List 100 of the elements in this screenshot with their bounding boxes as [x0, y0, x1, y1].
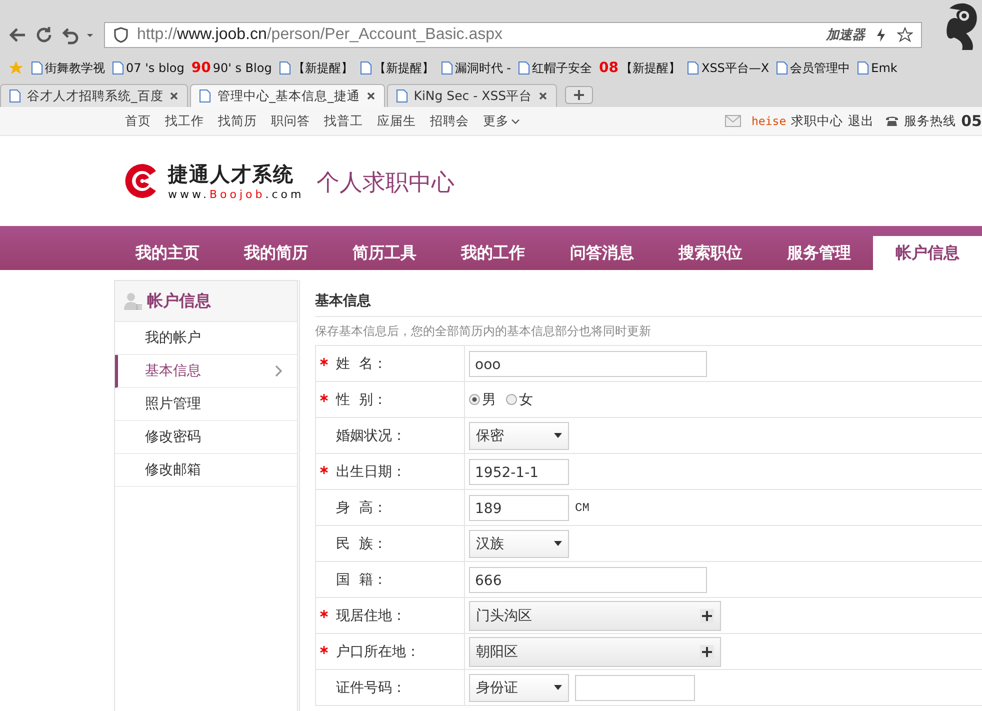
top-nav-link[interactable]: 首页: [125, 112, 151, 130]
page-icon: [278, 61, 291, 75]
top-nav-link[interactable]: 找简历: [218, 112, 257, 130]
plus-icon[interactable]: [700, 644, 714, 658]
input-field[interactable]: 189: [469, 494, 569, 520]
browser-tab[interactable]: 谷才人才招聘系统_百度: [0, 84, 188, 107]
hotline-number: 05: [961, 112, 982, 130]
page-icon: [9, 89, 21, 103]
field-label: 户口所在地：: [336, 642, 420, 660]
url-text: http://www.joob.cn/person/Per_Account_Basic.aspx: [137, 26, 504, 44]
browser-tab[interactable]: 管理中心_基本信息_捷通: [190, 84, 385, 107]
caret-icon[interactable]: [86, 31, 94, 39]
star-icon[interactable]: [8, 60, 24, 76]
form-title: 基本信息: [315, 286, 982, 317]
bookmark[interactable]: 08【新提醒】: [598, 60, 680, 76]
reload-icon[interactable]: [34, 25, 54, 45]
bookmark[interactable]: 街舞教学视: [31, 60, 105, 76]
field-label: 出生日期：: [336, 462, 406, 480]
radio-icon[interactable]: [469, 394, 480, 405]
nav-tab[interactable]: 帐户信息: [873, 236, 982, 270]
select-dropdown[interactable]: 身份证: [469, 674, 569, 702]
page-icon: [199, 89, 212, 103]
header-title: 个人求职中心: [316, 168, 454, 198]
sidebar-item[interactable]: 修改邮箱: [115, 454, 297, 487]
bookmark[interactable]: Emk: [857, 61, 898, 75]
page-icon: [396, 89, 408, 103]
browser-tab[interactable]: KiNg Sec - XSS平台: [386, 84, 558, 107]
undo-icon[interactable]: [60, 25, 80, 45]
star-icon[interactable]: [897, 27, 913, 43]
caret-icon: [554, 541, 562, 546]
bookmark[interactable]: 07 's blog: [112, 61, 184, 75]
region-picker[interactable]: 朝阳区: [469, 636, 721, 666]
accelerator-label[interactable]: 加速器: [826, 26, 865, 44]
page-icon: [360, 61, 372, 75]
sidebar-item[interactable]: 修改密码: [115, 421, 297, 454]
top-nav-link[interactable]: 职问答: [271, 112, 310, 130]
page-icon: [776, 61, 788, 75]
nav-tab[interactable]: 我的主页: [113, 236, 222, 270]
new-tab-icon[interactable]: [565, 86, 594, 104]
unit-label: CM: [575, 500, 590, 514]
page-icon: [687, 61, 700, 75]
chevron-icon: [511, 118, 520, 124]
radio-option[interactable]: 男: [469, 390, 496, 408]
field-label: 性 别：: [336, 390, 387, 408]
hotline-label: 服务热线: [904, 112, 956, 130]
close-icon[interactable]: [538, 91, 548, 101]
plus-icon[interactable]: [700, 608, 714, 622]
bookmark[interactable]: 90 90' s Blog: [191, 60, 272, 76]
caret-icon: [554, 433, 562, 438]
address-bar[interactable]: http://www.joob.cn/person/Per_Account_Basic.aspx 加速器: [104, 22, 922, 48]
bookmark[interactable]: XSS平台—X: [687, 60, 770, 76]
input-field[interactable]: 666: [469, 566, 707, 592]
top-nav-link[interactable]: 找普工: [324, 112, 363, 130]
page-icon: [112, 61, 124, 75]
top-nav-link[interactable]: 更多: [483, 112, 520, 130]
sidebar-item[interactable]: 我的帐户: [115, 322, 297, 355]
close-icon[interactable]: [366, 91, 376, 101]
chevron-icon: [275, 365, 283, 377]
radio-icon[interactable]: [506, 394, 517, 405]
nav-tab[interactable]: 问答消息: [548, 236, 656, 270]
bookmark[interactable]: 【新提醒】: [278, 60, 353, 76]
shield-icon: [113, 27, 129, 43]
field-label: 民 族：: [336, 534, 387, 552]
close-icon[interactable]: [169, 91, 180, 101]
sidebar-item[interactable]: 基本信息: [115, 355, 297, 388]
input-field[interactable]: ooo: [469, 350, 707, 376]
top-nav-link[interactable]: 应届生: [377, 112, 416, 130]
field-label: 身 高：: [336, 498, 387, 516]
sidebar-item[interactable]: 照片管理: [115, 388, 297, 421]
region-picker[interactable]: 门头沟区: [469, 600, 721, 630]
nav-tab[interactable]: 我的工作: [438, 236, 548, 270]
field-label: 现居住地：: [336, 606, 406, 624]
user-link[interactable]: 求职中心: [791, 112, 844, 130]
nav-tab[interactable]: 服务管理: [764, 236, 874, 270]
nav-tab[interactable]: 简历工具: [330, 236, 439, 270]
sidebar-title: 帐户信息: [147, 290, 211, 312]
top-nav-link[interactable]: 找工作: [165, 112, 204, 130]
input-field[interactable]: 1952-1-1: [469, 458, 569, 484]
bookmark[interactable]: 【新提醒】: [360, 60, 434, 76]
page-icon: [440, 61, 453, 75]
nav-tab[interactable]: 搜索职位: [656, 236, 765, 270]
bookmark[interactable]: 红帽子安全: [518, 60, 592, 76]
phone-icon: [885, 115, 900, 127]
select-dropdown[interactable]: 汉族: [469, 530, 569, 558]
field-label: 姓 名：: [336, 354, 387, 372]
bookmark[interactable]: 会员管理中: [776, 60, 850, 76]
radio-option[interactable]: 女: [506, 390, 533, 408]
top-nav-link[interactable]: 招聘会: [430, 112, 469, 130]
username[interactable]: heise: [752, 114, 786, 128]
bookmark[interactable]: 漏洞时代 -: [440, 60, 511, 76]
logo-name: 捷通人才系统: [168, 161, 295, 188]
field-label: 婚姻状况：: [336, 426, 406, 444]
caret-icon: [554, 685, 562, 690]
page-icon: [31, 61, 43, 75]
select-dropdown[interactable]: 保密: [469, 422, 569, 450]
input-field[interactable]: [575, 674, 695, 700]
user-link[interactable]: 退出: [848, 112, 874, 130]
page-icon: [857, 61, 870, 75]
nav-tab[interactable]: 我的简历: [222, 236, 330, 270]
page-icon: [518, 61, 530, 75]
